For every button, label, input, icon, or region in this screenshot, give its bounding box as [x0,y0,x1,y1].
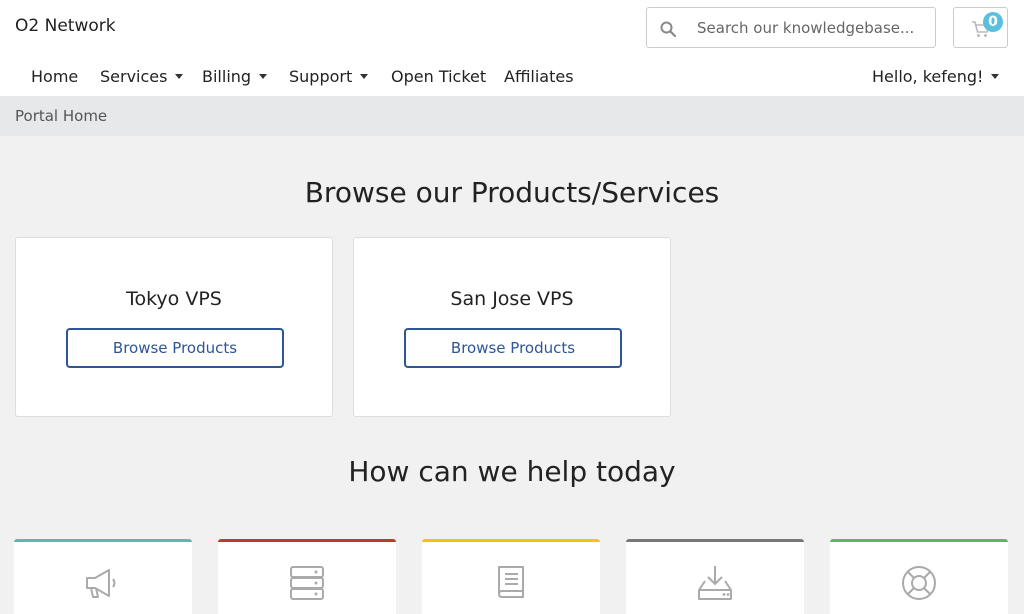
nav-account-menu[interactable]: Hello, kefeng! [872,67,1000,86]
card-accent-bar [830,539,1008,542]
caret-down-icon [360,74,369,79]
brand-name[interactable]: O2 Network [15,16,116,36]
download-icon [698,566,732,600]
product-name: San Jose VPS [450,288,574,310]
help-card-knowledgebase[interactable] [422,539,600,614]
caret-down-icon [991,74,1000,79]
main-nav: Home Services Billing Support Open Ticke… [0,60,1024,96]
lifebuoy-icon [902,566,936,600]
search-input[interactable] [697,8,931,47]
help-card-services[interactable] [218,539,396,614]
help-card-announcements[interactable] [14,539,192,614]
card-accent-bar [626,539,804,542]
caret-down-icon [175,74,184,79]
nav-services-label: Services [100,67,168,86]
nav-affiliates[interactable]: Affiliates [504,67,574,86]
browse-products-button[interactable]: Browse Products [66,328,284,368]
breadcrumb-current: Portal Home [15,107,108,125]
book-icon [498,566,524,598]
breadcrumb: Portal Home [0,96,1024,136]
product-card-tokyo: Tokyo VPS Browse Products [15,237,333,417]
card-accent-bar [14,539,192,542]
megaphone-icon [86,569,116,598]
cart-count-badge: 0 [983,12,1003,32]
nav-support[interactable]: Support [289,67,369,86]
account-greeting: Hello, kefeng! [872,67,984,86]
products-heading: Browse our Products/Services [304,176,720,209]
nav-billing[interactable]: Billing [202,67,268,86]
search-icon[interactable] [660,21,676,37]
knowledgebase-search [646,7,936,48]
card-accent-bar [422,539,600,542]
nav-support-label: Support [289,67,353,86]
nav-open-ticket-label: Open Ticket [391,67,487,86]
nav-home[interactable]: Home [31,67,78,86]
product-card-san-jose: San Jose VPS Browse Products [353,237,671,417]
help-heading: How can we help today [348,455,676,488]
nav-services[interactable]: Services [100,67,184,86]
cart-button[interactable]: 0 [953,7,1008,48]
caret-down-icon [259,74,268,79]
site-header: O2 Network 0 Home Services Billing Suppo… [0,0,1024,96]
help-card-downloads[interactable] [626,539,804,614]
browse-products-button[interactable]: Browse Products [404,328,622,368]
help-card-support[interactable] [830,539,1008,614]
nav-billing-label: Billing [202,67,252,86]
nav-affiliates-label: Affiliates [504,67,574,86]
product-name: Tokyo VPS [126,288,222,310]
nav-open-ticket[interactable]: Open Ticket [391,67,486,86]
nav-home-label: Home [31,67,79,86]
server-icon [290,566,324,600]
card-accent-bar [218,539,396,542]
